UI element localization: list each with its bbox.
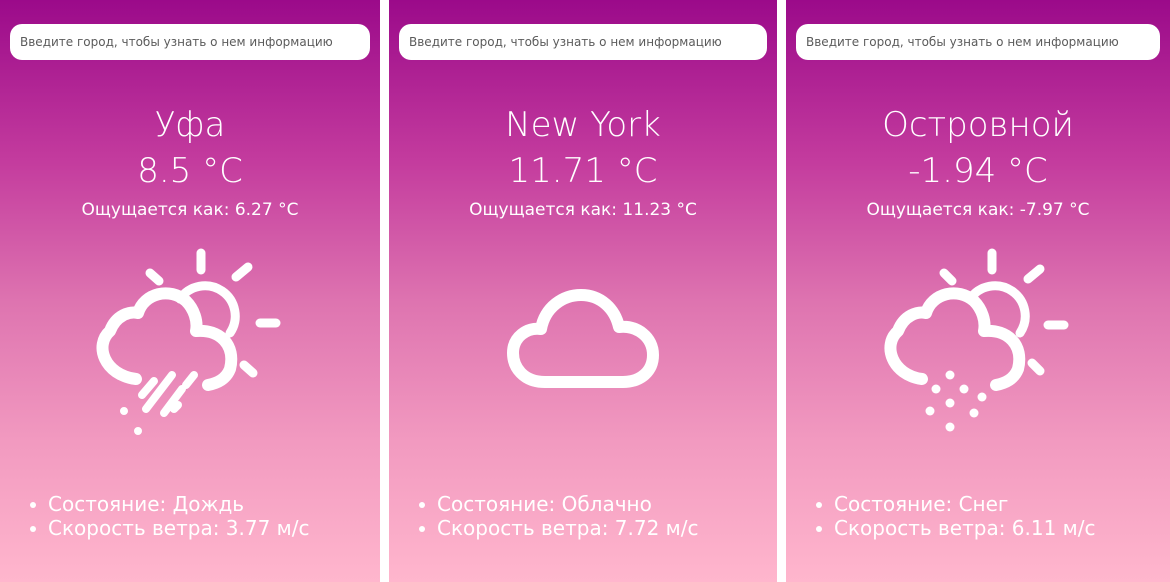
weather-app-screenshot: Уфа 8.5 °C Ощущается как: 6.27 °C [0, 0, 1170, 582]
weather-card: Уфа 8.5 °C Ощущается как: 6.27 °C [0, 0, 380, 582]
city-name: New York [505, 105, 661, 145]
city-name: Островной [882, 105, 1074, 145]
feels-like-text: Ощущается как: 6.27 °C [81, 200, 299, 220]
condition-item: Состояние: Облачно [419, 492, 777, 516]
city-search-input[interactable] [796, 24, 1160, 60]
feels-like-text: Ощущается как: -7.97 °C [866, 200, 1090, 220]
feels-like-text: Ощущается как: 11.23 °C [469, 200, 697, 220]
weather-card: Островной -1.94 °C Ощущается как: -7.97 … [786, 0, 1170, 582]
city-name: Уфа [154, 105, 226, 145]
cloud-icon [483, 245, 683, 445]
condition-item: Состояние: Снег [816, 492, 1170, 516]
city-search-input[interactable] [10, 24, 370, 60]
temperature-value: 11.71 °C [508, 151, 658, 191]
weather-details-list: Состояние: Снег Скорость ветра: 6.11 м/с [816, 492, 1170, 540]
weather-details-list: Состояние: Дождь Скорость ветра: 3.77 м/… [30, 492, 380, 540]
snow-cloud-sun-icon [878, 245, 1078, 445]
condition-item: Состояние: Дождь [30, 492, 380, 516]
wind-speed-item: Скорость ветра: 6.11 м/с [816, 516, 1170, 540]
rain-cloud-sun-icon [90, 245, 290, 445]
weather-card: New York 11.71 °C Ощущается как: 11.23 °… [389, 0, 777, 582]
temperature-value: 8.5 °C [137, 151, 243, 191]
wind-speed-item: Скорость ветра: 3.77 м/с [30, 516, 380, 540]
weather-details-list: Состояние: Облачно Скорость ветра: 7.72 … [419, 492, 777, 540]
wind-speed-item: Скорость ветра: 7.72 м/с [419, 516, 777, 540]
city-search-input[interactable] [399, 24, 767, 60]
temperature-value: -1.94 °C [908, 151, 1048, 191]
